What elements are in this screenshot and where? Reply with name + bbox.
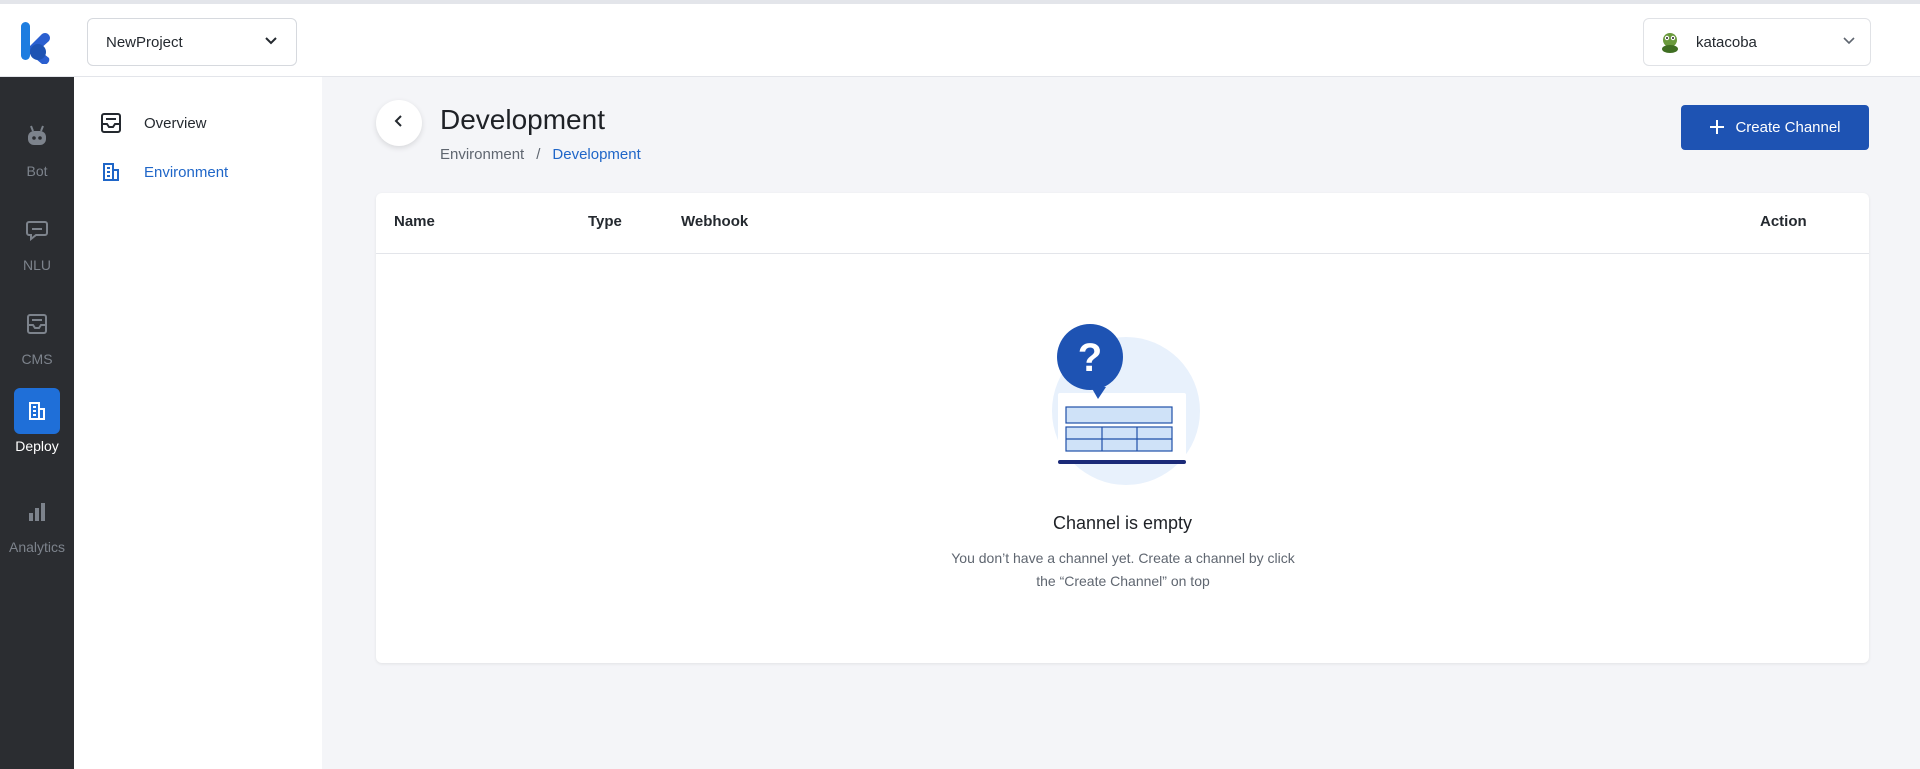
chevron-down-icon (1842, 33, 1856, 51)
rail-item-label: Analytics (8, 539, 66, 555)
project-selector-value: NewProject (106, 33, 183, 51)
username: katacoba (1696, 33, 1757, 51)
rail-item-label: Deploy (15, 438, 59, 454)
building-icon (100, 161, 122, 183)
project-selector[interactable]: NewProject (87, 18, 297, 66)
rail-item-analytics[interactable]: Analytics (0, 489, 74, 565)
plus-icon (1709, 117, 1725, 139)
create-channel-label: Create Channel (1735, 119, 1841, 136)
inbox-icon (100, 112, 122, 134)
subnav-item-label: Environment (144, 163, 229, 181)
rail-item-nlu[interactable]: NLU (0, 207, 74, 283)
column-header-type: Type (588, 213, 622, 230)
subnav-item-label: Overview (144, 114, 207, 132)
breadcrumb-item-environment[interactable]: Environment (440, 146, 524, 163)
top-bar: NewProject katacoba (0, 0, 1920, 77)
kata-logo[interactable] (18, 20, 54, 65)
deploy-subnav: Overview Environment (74, 77, 322, 769)
user-menu[interactable]: katacoba (1643, 18, 1871, 66)
column-header-action: Action (1760, 213, 1807, 230)
main-nav-rail: Bot NLU CMS Deploy Analytics (0, 77, 74, 769)
subnav-item-environment[interactable]: Environment (100, 154, 228, 190)
rail-item-bot[interactable]: Bot (0, 113, 74, 189)
avatar (1658, 30, 1682, 54)
inbox-icon (14, 301, 60, 347)
empty-state-description-line: You don’t have a channel yet. Create a c… (951, 550, 1295, 566)
create-channel-button[interactable]: Create Channel (1681, 105, 1869, 150)
table-header: Name Type Webhook Action (376, 193, 1869, 254)
channel-table: Name Type Webhook Action ? Channel is em… (376, 193, 1869, 663)
chevron-left-icon (393, 114, 405, 133)
rail-item-label: CMS (21, 351, 53, 367)
subnav-item-overview[interactable]: Overview (100, 105, 207, 141)
bot-icon (14, 113, 60, 159)
chat-icon (14, 207, 60, 253)
breadcrumb: Environment / Development (440, 146, 641, 163)
empty-state-illustration: ? (1046, 323, 1200, 485)
column-header-webhook: Webhook (681, 213, 749, 230)
rail-item-cms[interactable]: CMS (0, 301, 74, 377)
back-button[interactable] (376, 100, 422, 146)
breadcrumb-separator: / (536, 146, 541, 163)
chevron-down-icon (264, 33, 278, 51)
rail-item-deploy[interactable]: Deploy (0, 388, 74, 464)
bar-chart-icon (14, 489, 60, 535)
building-icon (14, 388, 60, 434)
page-title: Development (440, 104, 605, 135)
rail-item-label: Bot (26, 163, 48, 179)
breadcrumb-item-development: Development (552, 146, 641, 163)
svg-text:?: ? (1078, 336, 1102, 380)
rail-item-label: NLU (22, 257, 51, 273)
column-header-name: Name (394, 213, 435, 230)
empty-state-description-line: the “Create Channel” on top (1036, 573, 1210, 589)
empty-state-description: You don’t have a channel yet. Create a c… (932, 547, 1314, 593)
empty-state-title: Channel is empty (1052, 513, 1193, 533)
